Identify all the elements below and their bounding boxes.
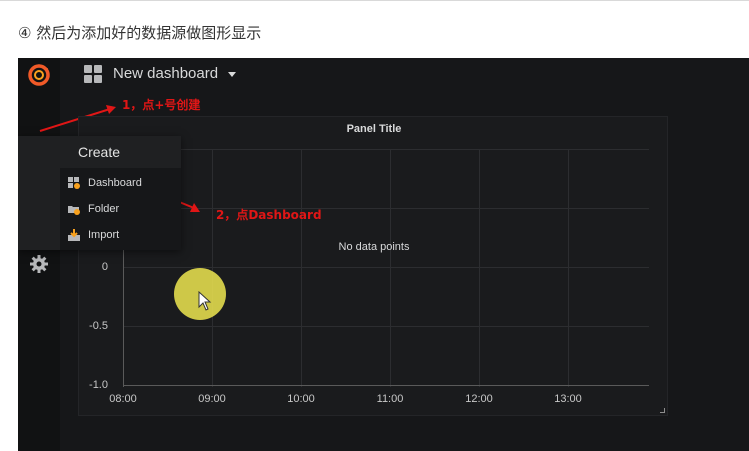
panel-resize-handle[interactable]: [660, 408, 665, 413]
grid-line-v: [479, 149, 480, 387]
caption-step-number: ④: [18, 24, 32, 42]
caption-text: 然后为添加好的数据源做图形显示: [36, 24, 262, 42]
grid-line-v: [301, 149, 302, 387]
menu-item-label: Import: [88, 229, 120, 241]
x-tick-label: 12:00: [465, 393, 493, 405]
grafana-screenshot: New dashboard 1，点+号创建 Panel Title 0 -0.5…: [18, 58, 749, 451]
x-tick-label: 09:00: [198, 393, 226, 405]
y-tick-label: 0: [101, 261, 108, 273]
grid-line-h: [123, 326, 649, 327]
grid-line-v: [212, 149, 213, 387]
menu-item-import[interactable]: Import: [68, 225, 119, 245]
x-tick-label: 11:00: [376, 393, 404, 405]
mouse-pointer-icon: [198, 291, 212, 311]
y-tick-label: -0.5: [89, 320, 108, 332]
panel-title[interactable]: Panel Title: [79, 123, 669, 135]
menu-item-folder[interactable]: Folder: [68, 199, 119, 219]
x-axis: [123, 385, 649, 386]
menu-item-dashboard[interactable]: Dashboard: [68, 173, 142, 193]
import-icon: [68, 229, 80, 241]
grid-line-h: [123, 149, 649, 150]
x-tick-label: 10:00: [287, 393, 315, 405]
top-divider: [0, 0, 749, 1]
x-tick-label: 08:00: [109, 393, 137, 405]
dashboard-title-button[interactable]: New dashboard: [113, 65, 218, 82]
create-menu-header: Create: [78, 144, 121, 160]
dashboard-grid-icon[interactable]: [84, 65, 102, 83]
grafana-logo-icon[interactable]: [26, 62, 52, 88]
grid-line-v: [390, 149, 391, 387]
create-menu-list: Dashboard Folder Import: [60, 168, 181, 250]
gear-icon: [30, 255, 48, 273]
y-tick-label: -1.0: [89, 379, 108, 391]
configuration-button[interactable]: [26, 251, 52, 277]
page-caption: ④ 然后为添加好的数据源做图形显示: [18, 22, 261, 43]
x-tick-label: 13:00: [554, 393, 582, 405]
annotation-step2: 2，点Dashboard: [216, 208, 322, 222]
grid-line-v: [568, 149, 569, 387]
chevron-down-icon[interactable]: [228, 72, 236, 77]
annotation-step1: 1，点+号创建: [122, 98, 201, 112]
dashboard-new-icon: [68, 177, 80, 189]
menu-item-label: Dashboard: [88, 177, 142, 189]
menu-item-label: Folder: [88, 203, 120, 215]
create-menu: Create Dashboard Folder Import: [18, 136, 181, 250]
folder-new-icon: [68, 206, 80, 215]
